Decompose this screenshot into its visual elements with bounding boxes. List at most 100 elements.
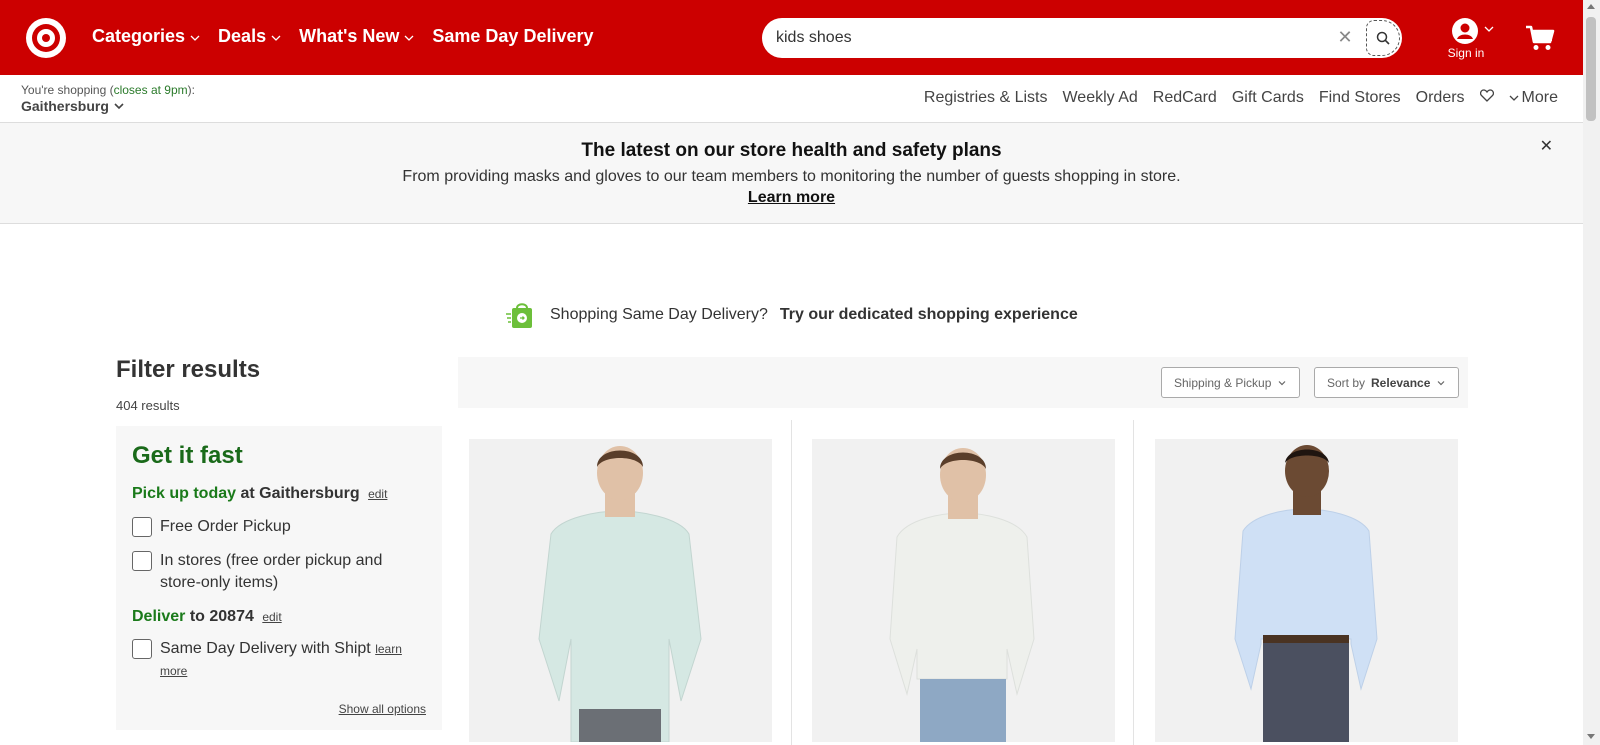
filter-in-stores[interactable]: In stores (free order pickup and store-on… — [132, 550, 382, 594]
store-name: Gaithersburg — [21, 98, 109, 114]
scroll-up-arrow-icon[interactable] — [1587, 4, 1595, 9]
store-suffix: ): — [187, 83, 195, 97]
nav-same-day-delivery-label: Same Day Delivery — [432, 26, 594, 46]
close-icon[interactable]: ✕ — [1540, 136, 1553, 156]
product-image-2[interactable] — [812, 439, 1115, 742]
deliver-line: Deliver to 20874 edit — [132, 608, 282, 626]
cart-icon[interactable] — [1525, 24, 1555, 57]
nav-same-day-delivery[interactable]: Same Day Delivery — [432, 26, 593, 47]
in-stores-line-1: In stores (free order pickup and — [160, 552, 383, 569]
account-menu[interactable]: Sign in — [1443, 16, 1503, 62]
store-prefix: You're shopping ( — [21, 83, 114, 97]
edit-zip-link[interactable]: edit — [262, 610, 281, 624]
store-closing-time: closes at 9pm — [113, 83, 188, 97]
favorites-heart-icon[interactable] — [1479, 89, 1494, 107]
util-find-stores[interactable]: Find Stores — [1319, 89, 1401, 107]
scroll-thumb[interactable] — [1586, 17, 1596, 121]
same-day-delivery-promo: Shopping Same Day Delivery? Try our dedi… — [506, 300, 1078, 330]
learn-more-link-2[interactable]: more — [160, 664, 187, 678]
main-nav: Categories Deals What's New Same Day Del… — [92, 26, 612, 47]
account-icon — [1452, 18, 1478, 44]
pickup-line: Pick up today at Gaithersburg edit — [132, 485, 387, 503]
health-safety-banner: The latest on our store health and safet… — [0, 123, 1583, 224]
edit-store-link[interactable]: edit — [368, 487, 387, 501]
logo-bullseye — [42, 34, 50, 42]
filter-free-order-pickup[interactable]: Free Order Pickup — [132, 516, 291, 538]
nav-deals[interactable]: Deals — [218, 26, 281, 47]
util-more[interactable]: More — [1509, 89, 1558, 107]
product-image-3[interactable] — [1155, 439, 1458, 742]
sort-prefix: Sort by — [1327, 375, 1366, 390]
sort-value: Relevance — [1371, 375, 1431, 390]
logo-ring — [32, 24, 60, 52]
search-icon — [1376, 31, 1390, 45]
nav-whats-new-label: What's New — [299, 26, 400, 46]
product-image-1[interactable] — [469, 439, 772, 742]
chevron-down-icon — [1437, 380, 1445, 385]
results-count: 404 results — [116, 398, 180, 413]
sub-header: You're shopping (closes at 9pm): Gaither… — [0, 75, 1583, 123]
banner-title: The latest on our store health and safet… — [581, 140, 1002, 161]
clear-search-icon[interactable]: ✕ — [1335, 27, 1355, 47]
in-stores-line-2: store-only items) — [160, 574, 279, 591]
sort-bar: Shipping & Pickup Sort by Relevance — [458, 357, 1468, 408]
get-it-fast-heading: Get it fast — [132, 442, 243, 469]
chevron-down-icon — [271, 35, 281, 41]
checkbox[interactable] — [132, 517, 152, 537]
delivery-bag-icon — [506, 303, 532, 328]
nav-categories-label: Categories — [92, 26, 186, 46]
shipping-pickup-label: Shipping & Pickup — [1174, 375, 1272, 390]
grid-divider — [1133, 420, 1134, 745]
chevron-down-icon — [1278, 380, 1286, 385]
product-photo — [812, 439, 1115, 742]
sign-in-label: Sign in — [1447, 46, 1485, 60]
store-status: You're shopping (closes at 9pm): — [21, 83, 195, 97]
target-logo[interactable] — [26, 18, 66, 58]
pickup-store-label: at Gaithersburg — [236, 485, 360, 502]
util-registries[interactable]: Registries & Lists — [924, 89, 1048, 107]
checkbox-label: Free Order Pickup — [160, 518, 291, 535]
top-header: Categories Deals What's New Same Day Del… — [0, 0, 1583, 75]
checkbox-label: In stores (free order pickup and store-on… — [160, 550, 382, 594]
chevron-down-icon — [114, 103, 124, 110]
filter-title: Filter results — [116, 356, 261, 383]
sort-dropdown[interactable]: Sort by Relevance — [1314, 367, 1460, 398]
logo-inner-ring — [37, 29, 55, 47]
checkbox[interactable] — [132, 639, 152, 659]
nav-categories[interactable]: Categories — [92, 26, 200, 47]
util-redcard[interactable]: RedCard — [1153, 89, 1217, 107]
get-it-fast-panel: Get it fast Pick up today at Gaithersbur… — [116, 426, 442, 730]
learn-more-link-1[interactable]: learn — [375, 642, 402, 656]
util-weekly-ad[interactable]: Weekly Ad — [1062, 89, 1137, 107]
vertical-scrollbar[interactable] — [1583, 0, 1600, 745]
store-selector[interactable]: Gaithersburg — [21, 98, 125, 114]
deliver-label: Deliver — [132, 608, 186, 625]
nav-deals-label: Deals — [218, 26, 267, 46]
util-gift-cards[interactable]: Gift Cards — [1232, 89, 1304, 107]
util-more-label: More — [1521, 89, 1558, 106]
sdd-question: Shopping Same Day Delivery? — [550, 306, 768, 323]
banner-learn-more-link[interactable]: Learn more — [0, 189, 1583, 207]
chevron-down-icon — [190, 35, 200, 41]
chevron-down-icon — [404, 35, 414, 41]
page: Categories Deals What's New Same Day Del… — [0, 0, 1583, 745]
banner-text: From providing masks and gloves to our t… — [402, 168, 1181, 185]
search-input[interactable] — [776, 26, 1316, 50]
product-photo — [469, 439, 772, 742]
sdd-cta-link[interactable]: Try our dedicated shopping experience — [780, 306, 1078, 324]
filter-same-day-delivery[interactable]: Same Day Delivery with Shipt learn more — [132, 638, 402, 682]
deliver-zip-label: to 20874 — [185, 608, 254, 625]
utility-nav: Registries & Lists Weekly Ad RedCard Gif… — [924, 89, 1558, 107]
nav-whats-new[interactable]: What's New — [299, 26, 414, 47]
sdd-option-label: Same Day Delivery with Shipt — [160, 640, 371, 657]
pickup-today-label: Pick up today — [132, 485, 237, 502]
show-all-options-link[interactable]: Show all options — [339, 702, 426, 716]
checkbox-label: Same Day Delivery with Shipt learn more — [160, 638, 402, 682]
shipping-pickup-dropdown[interactable]: Shipping & Pickup — [1161, 367, 1301, 398]
scroll-down-arrow-icon[interactable] — [1587, 734, 1595, 739]
util-orders[interactable]: Orders — [1416, 89, 1465, 107]
product-photo — [1155, 439, 1458, 742]
search-box: ✕ — [762, 18, 1402, 58]
checkbox[interactable] — [132, 551, 152, 571]
search-button[interactable] — [1366, 20, 1400, 56]
